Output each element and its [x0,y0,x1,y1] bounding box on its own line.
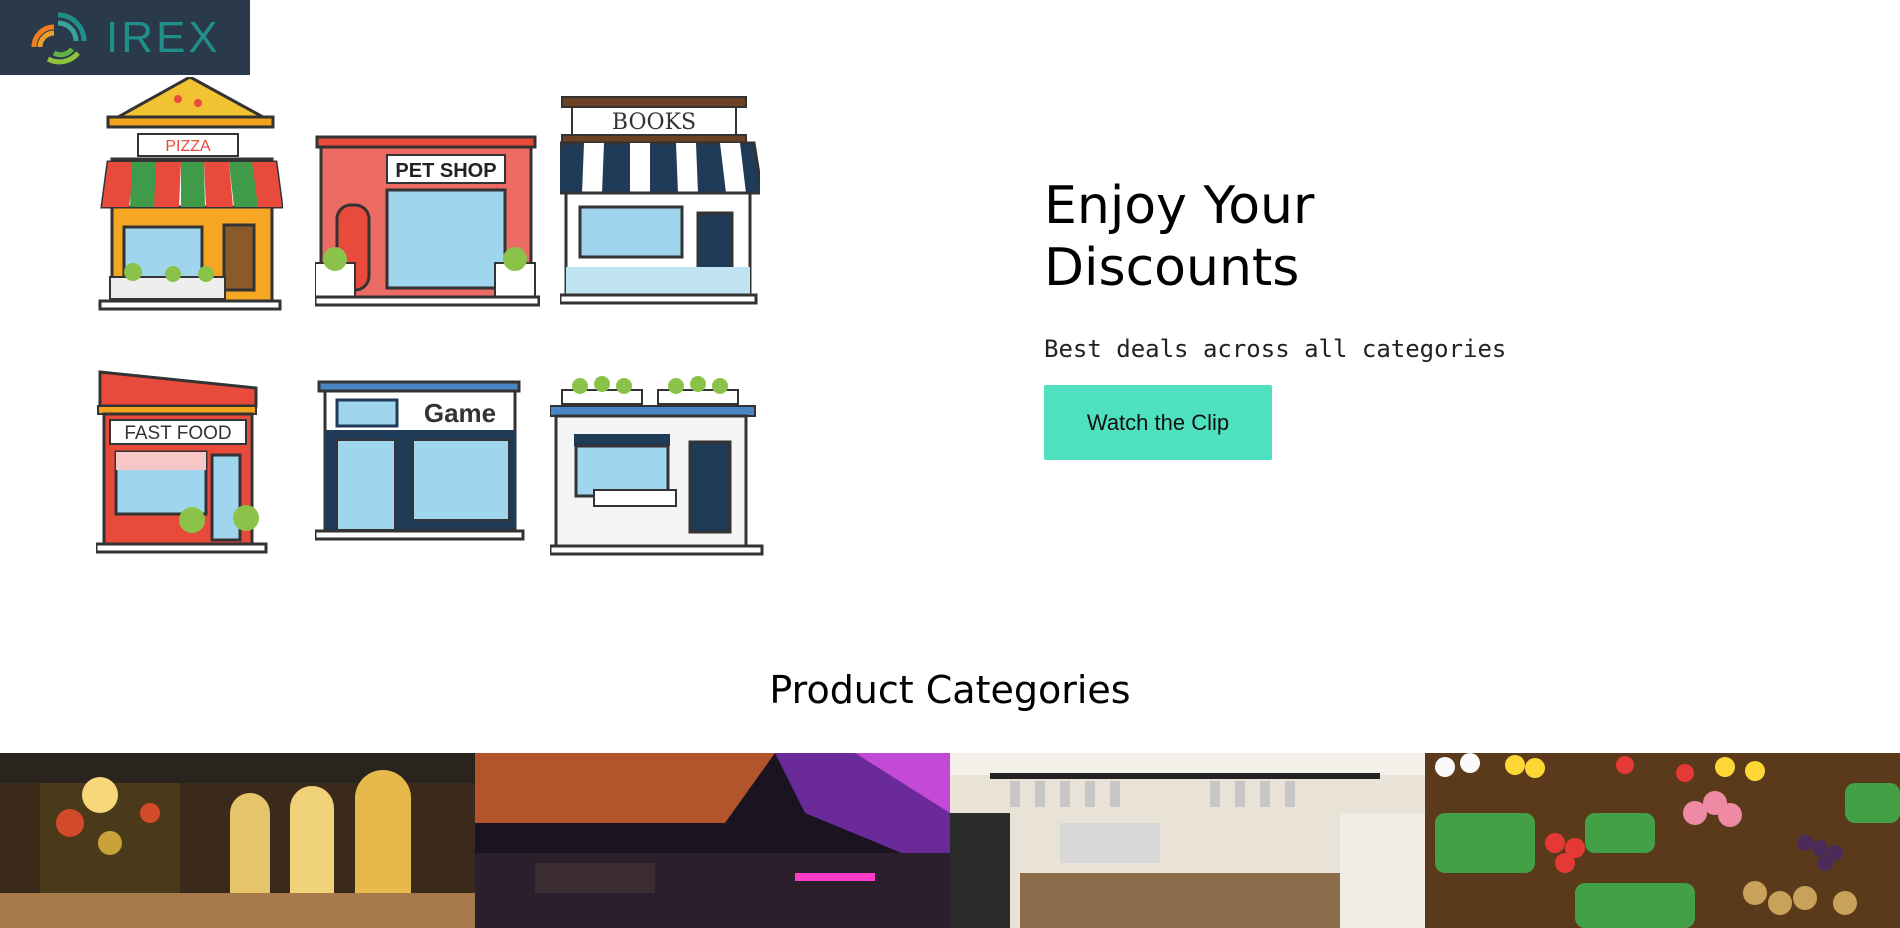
cafe-shop-illustration [550,376,764,556]
hero-section: Enjoy Your Discounts Best deals across a… [1044,175,1644,460]
storefronts-illustration: PIZZA PET SHOP BOOKS FAST FOOD Game [90,75,770,575]
pet-shop-illustration: PET SHOP [315,135,540,307]
category-card-groceries[interactable] [1425,753,1900,928]
product-categories-title: Product Categories [769,668,1131,712]
brand-logo[interactable]: IREX [0,0,250,75]
hero-title-line-2: Discounts [1044,238,1300,298]
hero-subtitle: Best deals across all categories [1044,335,1507,363]
fast-food-sign: FAST FOOD [124,423,231,444]
pet-shop-sign: PET SHOP [395,160,496,182]
books-sign: BOOKS [612,110,696,135]
category-card-restaurant[interactable] [0,753,475,928]
groceries-photo [1425,753,1900,928]
pizza-sign: PIZZA [165,138,211,155]
cafe-photo [950,753,1425,928]
category-card-lounge[interactable] [475,753,950,928]
hero-title: Enjoy Your Discounts [1044,175,1644,299]
game-shop-illustration: Game [315,380,525,541]
category-card-cafe[interactable] [950,753,1425,928]
game-sign: Game [424,398,496,428]
brand-name: IREX [106,12,221,62]
pizza-shop-illustration: PIZZA [98,77,283,311]
category-image-strip [0,753,1900,928]
lounge-photo [475,753,950,928]
books-shop-illustration: BOOKS [560,96,760,305]
hero-title-line-1: Enjoy Your [1044,176,1315,236]
brand-mark-icon [31,12,87,64]
watch-clip-button[interactable]: Watch the Clip [1044,385,1272,460]
restaurant-photo [0,753,475,928]
fast-food-shop-illustration: FAST FOOD [96,370,268,554]
